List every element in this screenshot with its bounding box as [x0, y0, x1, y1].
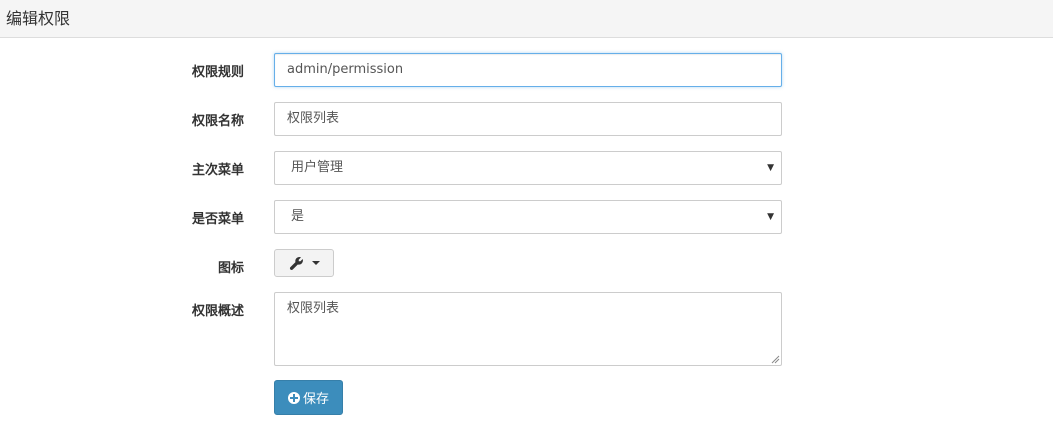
is-menu-label: 是否菜单: [191, 212, 244, 227]
save-button[interactable]: 保存: [274, 380, 343, 415]
caret-down-icon: [311, 261, 320, 265]
description-value: 权限列表: [287, 301, 340, 316]
page-title: 编辑权限: [6, 9, 71, 28]
panel-heading: 编辑权限: [0, 0, 1053, 38]
resize-handle-icon[interactable]: [770, 354, 780, 364]
is-menu-select[interactable]: 是 ▼: [274, 200, 782, 234]
name-input[interactable]: 权限列表: [274, 102, 782, 136]
dropdown-arrow-icon: ▼: [767, 163, 774, 173]
wrench-icon: [289, 256, 303, 270]
name-input-value: 权限列表: [287, 111, 340, 126]
plus-circle-icon: [287, 391, 300, 404]
save-button-label: 保存: [302, 392, 329, 407]
name-label: 权限名称: [191, 114, 244, 129]
is-menu-value: 是: [291, 209, 305, 224]
rule-input[interactable]: admin/permission: [274, 53, 782, 87]
rule-input-value: admin/permission: [287, 62, 404, 77]
parent-menu-select[interactable]: 用户管理 ▼: [274, 151, 782, 185]
rule-label: 权限规则: [191, 65, 244, 80]
dropdown-arrow-icon: ▼: [767, 212, 774, 222]
parent-menu-label: 主次菜单: [191, 163, 244, 178]
description-label: 权限概述: [191, 304, 244, 319]
description-textarea[interactable]: 权限列表: [274, 292, 782, 366]
icon-label: 图标: [217, 261, 244, 276]
icon-picker-button[interactable]: [274, 249, 334, 277]
parent-menu-value: 用户管理: [291, 160, 344, 175]
